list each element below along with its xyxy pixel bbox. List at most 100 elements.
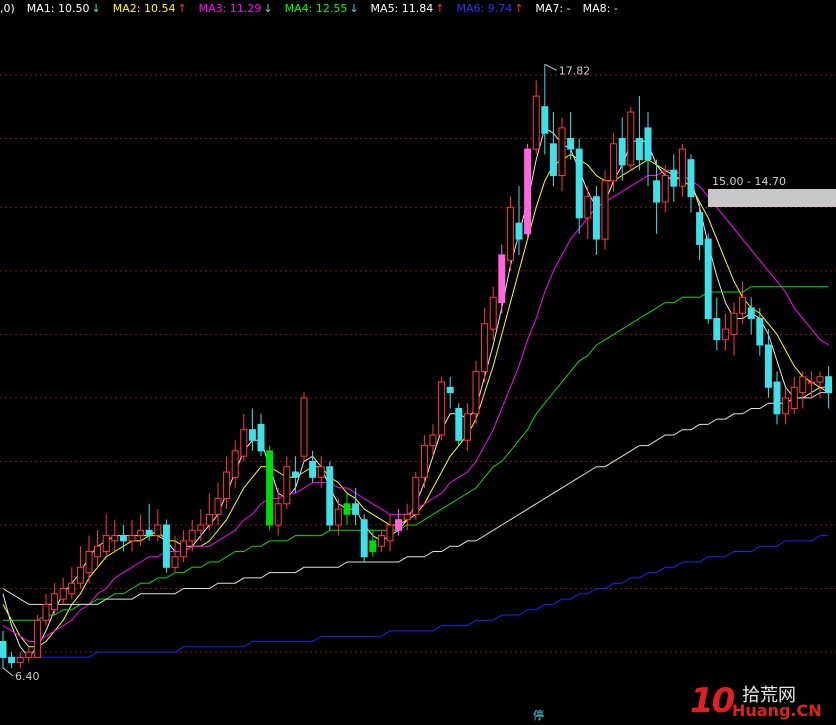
candle-body <box>137 529 145 537</box>
candle-body <box>205 513 213 526</box>
legend-label: MA2: 10.54 <box>112 2 176 15</box>
candle-body <box>730 312 738 335</box>
legend-arrow-icon: ↑ <box>435 2 445 15</box>
candle-body <box>635 137 643 161</box>
candle-body <box>128 535 136 542</box>
legend-item-1: MA1: 10.50 ↓ <box>27 2 103 15</box>
candle-body <box>16 656 24 664</box>
high-pointer <box>544 63 558 71</box>
candle-body <box>231 450 239 478</box>
candle-body <box>317 466 325 478</box>
candle-body <box>773 381 781 415</box>
candle-body <box>489 296 497 330</box>
candle-body <box>51 593 59 611</box>
legend-item-0: ,0) <box>0 2 17 15</box>
candle-body <box>438 381 446 436</box>
legend-item-3: MA3: 11.29 ↓ <box>199 2 275 15</box>
legend-label: MA8: - <box>582 2 618 15</box>
candle-body <box>420 445 428 478</box>
candle-body <box>446 386 454 394</box>
candle-body <box>670 169 678 187</box>
candle-body <box>790 386 798 410</box>
candle-body <box>601 180 609 240</box>
candle-body <box>33 619 41 658</box>
candle-body <box>463 413 471 441</box>
suspension-marker: 停 <box>533 709 544 722</box>
candle-body <box>369 540 377 552</box>
candle-body <box>119 535 127 542</box>
candle-body <box>334 508 342 526</box>
legend-item-4: MA4: 12.55 ↓ <box>285 2 361 15</box>
candle-body <box>283 466 291 505</box>
candle-body <box>76 566 84 584</box>
candle-body <box>223 471 231 500</box>
legend-arrow-icon: ↑ <box>177 2 187 15</box>
candle-body <box>59 588 67 600</box>
candle-body <box>799 376 807 394</box>
candle-body <box>618 137 626 166</box>
candle-body <box>825 376 833 394</box>
legend-item-6: MA6: 9.74 ↑ <box>456 2 525 15</box>
candle-body <box>240 429 248 457</box>
candle-body <box>807 381 815 384</box>
candle-body <box>343 503 351 515</box>
legend-item-5: MA5: 11.84 ↑ <box>371 2 447 15</box>
candle-body <box>162 524 170 568</box>
candle-body <box>197 524 205 531</box>
legend-label: MA3: 11.29 <box>198 2 262 15</box>
candle-body <box>188 529 196 542</box>
candle-body <box>111 535 119 542</box>
candle-body <box>291 471 299 478</box>
candle-body <box>326 466 334 526</box>
candle-body <box>248 429 256 441</box>
watermark-logo: 10 拾荒网 Huang.CN <box>690 681 830 721</box>
candle-body <box>687 159 695 198</box>
candle-body <box>524 148 532 235</box>
range-label: 15.00 - 14.70 <box>712 175 786 188</box>
candle-body <box>558 127 566 177</box>
candle-body <box>713 317 721 341</box>
candle-body <box>360 519 368 558</box>
candle-body <box>257 423 265 452</box>
candle-body <box>68 582 76 595</box>
candle-body <box>696 212 704 245</box>
candle-body <box>567 137 575 150</box>
candle-body <box>644 127 652 161</box>
legend-arrow-icon: ↑ <box>514 2 524 15</box>
legend-arrow-icon: ↓ <box>263 2 273 15</box>
candle-body <box>756 317 764 346</box>
watermark-en: Huang.CN <box>732 701 822 720</box>
watermark-number: 10 <box>690 681 735 721</box>
candle-body <box>0 640 7 658</box>
legend-label: MA4: 12.55 <box>284 2 348 15</box>
candle-body <box>627 111 635 166</box>
candle-body <box>584 196 592 219</box>
legend-label: MA7: - <box>535 2 571 15</box>
candle-body <box>171 556 179 568</box>
legend-label: ,0) <box>0 2 15 15</box>
candle-body <box>145 529 153 537</box>
candle-body <box>549 143 557 177</box>
candle-body <box>575 148 583 219</box>
candle-body <box>94 545 102 558</box>
legend-arrow-icon: ↓ <box>349 2 359 15</box>
candle-body <box>455 408 463 441</box>
low-pointer <box>2 667 14 677</box>
legend-label: MA1: 10.50 <box>26 2 90 15</box>
candle-body <box>661 175 669 203</box>
candle-body <box>300 397 308 457</box>
candle-body <box>429 434 437 447</box>
candle-body <box>506 206 514 261</box>
candle-body <box>782 397 790 415</box>
candle-body <box>352 503 360 515</box>
candle-body <box>747 307 755 319</box>
candle-body <box>180 540 188 558</box>
candle-body <box>816 376 824 383</box>
candle-body <box>85 550 93 574</box>
candle-body <box>498 254 506 304</box>
ma-line-MA6 <box>3 535 829 658</box>
legend-label: MA6: 9.74 <box>456 2 513 15</box>
high-label: 17.82 <box>559 64 591 77</box>
legend-label: MA5: 11.84 <box>370 2 434 15</box>
candle-body <box>102 535 110 552</box>
